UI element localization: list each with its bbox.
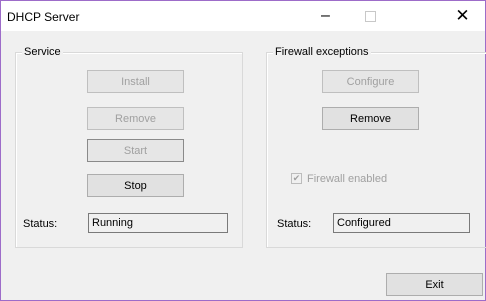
configure-button: Configure: [322, 70, 419, 93]
dhcp-server-window: DHCP Server – ✕ Service Install Remove S…: [0, 0, 486, 301]
title-bar[interactable]: DHCP Server – ✕: [1, 1, 485, 31]
firewall-status-label: Status:: [277, 218, 312, 230]
firewall-enabled-checkbox: ✔: [291, 173, 302, 184]
maximize-icon: [365, 10, 376, 22]
service-status-field: Running: [88, 213, 228, 233]
firewall-group-legend: Firewall exceptions: [273, 46, 371, 58]
service-remove-button: Remove: [87, 107, 184, 130]
install-button: Install: [87, 70, 184, 93]
minimize-icon: –: [321, 7, 330, 24]
checkmark-icon: ✔: [292, 173, 301, 183]
service-status-label: Status:: [23, 218, 58, 230]
minimize-button[interactable]: –: [303, 1, 348, 31]
close-icon: ✕: [455, 6, 470, 25]
exit-button[interactable]: Exit: [386, 273, 483, 296]
firewall-enabled-label: Firewall enabled: [307, 173, 388, 185]
service-group-legend: Service: [22, 46, 63, 58]
firewall-status-field: Configured: [333, 213, 470, 233]
firewall-remove-button[interactable]: Remove: [322, 107, 419, 130]
stop-button[interactable]: Stop: [87, 174, 184, 197]
window-title: DHCP Server: [7, 10, 80, 24]
maximize-button: [348, 1, 393, 31]
close-button[interactable]: ✕: [440, 1, 485, 31]
start-button: Start: [87, 139, 184, 162]
